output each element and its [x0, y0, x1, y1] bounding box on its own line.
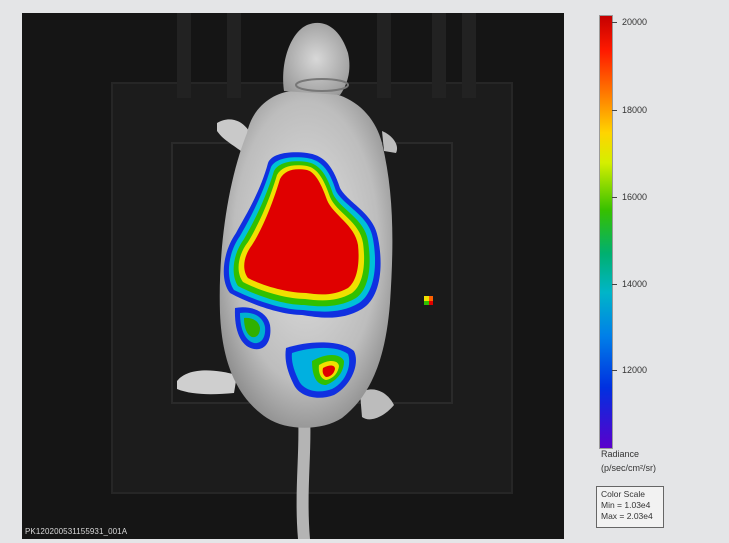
- colorbar-tick: 14000: [612, 279, 692, 290]
- colorbar-tick: 20000: [612, 17, 692, 28]
- colorbar-tick: 16000: [612, 192, 692, 203]
- tick-label: 18000: [622, 105, 648, 115]
- signal-artifact: [424, 296, 433, 305]
- tick-label: 14000: [622, 279, 648, 289]
- luminescence-image: PK120200531155931_001A: [22, 13, 564, 539]
- tick-label: 20000: [622, 17, 648, 27]
- tick-label: 12000: [622, 365, 648, 375]
- color-scale-panel: 20000 18000 16000 14000 12000 Radiance (…: [569, 0, 729, 543]
- colorbar-tick: 18000: [612, 105, 692, 116]
- color-scale-title: Color Scale: [601, 489, 645, 499]
- tick-label: 16000: [622, 192, 648, 202]
- colorbar: [599, 15, 613, 449]
- radiance-units: (p/sec/cm²/sr): [601, 463, 656, 473]
- color-scale-box: Color Scale Min = 1.03e4 Max = 2.03e4: [596, 486, 664, 528]
- mouse-scene: [22, 13, 564, 539]
- color-scale-max: Max = 2.03e4: [601, 511, 653, 521]
- mouse-tail: [296, 413, 311, 539]
- radiance-label: Radiance: [601, 449, 640, 459]
- image-id-label: PK120200531155931_001A: [25, 527, 128, 536]
- color-scale-min: Min = 1.03e4: [601, 500, 651, 510]
- colorbar-tick: 12000: [612, 365, 692, 376]
